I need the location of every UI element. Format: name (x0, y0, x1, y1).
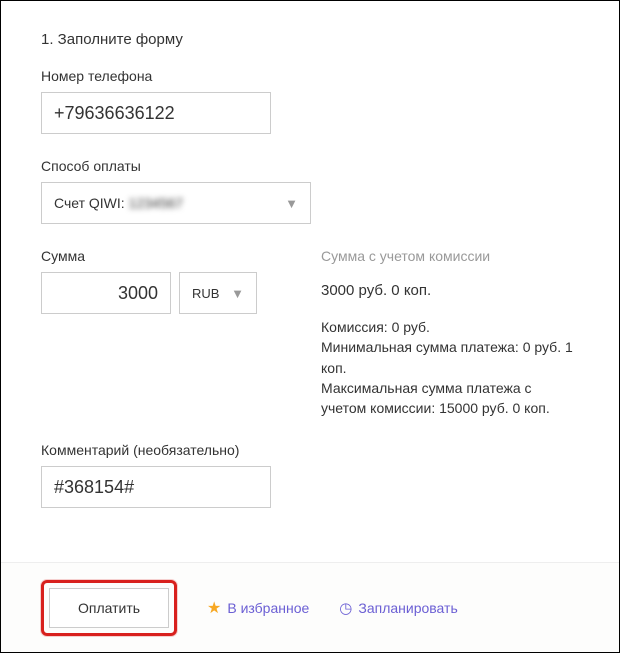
favorite-label: В избранное (227, 600, 309, 616)
comment-label: Комментарий (необязательно) (41, 442, 579, 458)
total-label: Сумма с учетом комиссии (321, 248, 579, 264)
commission-text: Комиссия: 0 руб. (321, 317, 579, 337)
step-heading: 1. Заполните форму (41, 31, 579, 48)
payment-method-select[interactable]: Счет QIWI: 1234567 ▼ (41, 182, 311, 224)
payment-method-label: Способ оплаты (41, 158, 579, 174)
phone-input[interactable] (41, 92, 271, 134)
chevron-down-icon: ▼ (231, 286, 244, 301)
schedule-link[interactable]: ◷ Запланировать (339, 599, 457, 617)
amount-label: Сумма (41, 248, 291, 264)
currency-select[interactable]: RUB ▼ (179, 272, 257, 314)
payment-method-text: Счет QIWI: (54, 195, 129, 211)
total-value: 3000 руб. 0 коп. (321, 282, 579, 299)
pay-highlight-frame: Оплатить (41, 580, 177, 636)
favorite-link[interactable]: ★ В избранное (207, 598, 309, 618)
phone-label: Номер телефона (41, 68, 579, 84)
amount-input[interactable] (41, 272, 171, 314)
schedule-label: Запланировать (358, 600, 457, 616)
max-payment-text: Максимальная сумма платежа с учетом коми… (321, 378, 579, 419)
star-icon: ★ (207, 598, 221, 618)
clock-icon: ◷ (339, 599, 352, 617)
min-payment-text: Минимальная сумма платежа: 0 руб. 1 коп. (321, 337, 579, 378)
comment-input[interactable] (41, 466, 271, 508)
chevron-down-icon: ▼ (285, 196, 298, 211)
footer-bar: Оплатить ★ В избранное ◷ Запланировать (1, 562, 619, 652)
currency-value: RUB (192, 286, 219, 301)
pay-button[interactable]: Оплатить (49, 588, 169, 628)
payment-method-hidden: 1234567 (129, 195, 184, 211)
